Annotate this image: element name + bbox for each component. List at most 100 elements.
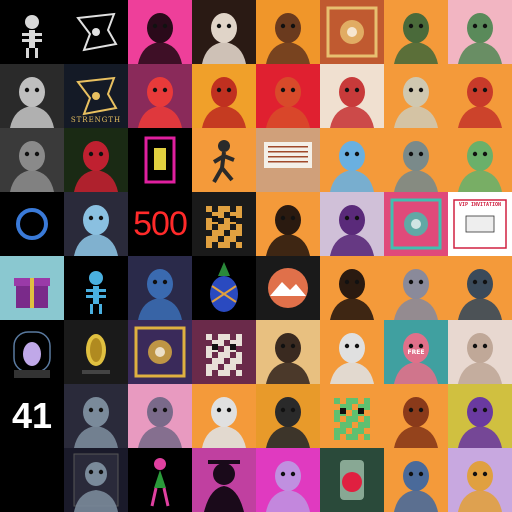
collage-tile (192, 64, 256, 128)
tile-artwork (320, 256, 384, 320)
collage-tile (256, 448, 320, 512)
collage-tile (192, 128, 256, 192)
collage-tile (384, 448, 448, 512)
tile-artwork (192, 384, 256, 448)
collage-tile (0, 0, 64, 64)
collage-tile (256, 384, 320, 448)
collage-tile (256, 0, 320, 64)
tile-artwork (320, 320, 384, 384)
collage-tile (320, 64, 384, 128)
collage-tile (256, 192, 320, 256)
tile-artwork (384, 384, 448, 448)
collage-tile (320, 128, 384, 192)
collage-tile (320, 256, 384, 320)
collage-tile (192, 320, 256, 384)
collage-tile (192, 192, 256, 256)
tile-artwork (0, 128, 64, 192)
tile-artwork (320, 384, 384, 448)
collage-tile: 500 (128, 192, 192, 256)
tile-artwork (0, 448, 64, 512)
tile-artwork (320, 0, 384, 64)
collage-tile (0, 320, 64, 384)
tile-artwork (0, 64, 64, 128)
collage-tile (384, 192, 448, 256)
tile-artwork (64, 64, 128, 128)
collage-tile (64, 256, 128, 320)
tile-artwork (256, 256, 320, 320)
tile-artwork (0, 320, 64, 384)
tile-artwork (128, 0, 192, 64)
tile-artwork (448, 128, 512, 192)
tile-artwork (0, 384, 64, 448)
collage-tile (192, 256, 256, 320)
tile-artwork (384, 0, 448, 64)
tile-artwork (64, 192, 128, 256)
collage-tile (320, 448, 384, 512)
collage-tile (448, 0, 512, 64)
tile-artwork (448, 320, 512, 384)
collage-tile (128, 64, 192, 128)
collage-tile (256, 320, 320, 384)
collage-tile (64, 128, 128, 192)
tile-artwork (128, 256, 192, 320)
tile-artwork (448, 448, 512, 512)
tile-artwork (0, 0, 64, 64)
tile-artwork (384, 320, 448, 384)
collage-tile (0, 192, 64, 256)
collage-tile (384, 64, 448, 128)
tile-artwork (192, 448, 256, 512)
collage-tile (128, 448, 192, 512)
collage-tile (448, 320, 512, 384)
tile-artwork (384, 64, 448, 128)
collage-tile: STRENGTH (64, 64, 128, 128)
tile-artwork (192, 256, 256, 320)
collage-tile (192, 0, 256, 64)
collage-tile (128, 320, 192, 384)
tile-artwork (192, 64, 256, 128)
tile-artwork (384, 256, 448, 320)
collage-tile (64, 192, 128, 256)
tile-artwork (128, 384, 192, 448)
tile-artwork (192, 192, 256, 256)
tile-artwork (448, 0, 512, 64)
collage-tile (64, 320, 128, 384)
collage-tile (384, 256, 448, 320)
collage-tile (256, 64, 320, 128)
collage-tile: 41 (0, 384, 64, 448)
collage-tile (448, 384, 512, 448)
collage-tile (448, 448, 512, 512)
tile-artwork (64, 0, 128, 64)
collage-tile (64, 448, 128, 512)
tile-artwork (128, 320, 192, 384)
tile-artwork (384, 192, 448, 256)
collage-tile (256, 128, 320, 192)
collage-tile (128, 128, 192, 192)
collage-tile (0, 128, 64, 192)
collage-tile (192, 384, 256, 448)
collage-tile (128, 0, 192, 64)
tile-artwork (448, 256, 512, 320)
tile-artwork (256, 320, 320, 384)
collage-tile (384, 384, 448, 448)
tile-artwork (448, 64, 512, 128)
collage-tile (0, 64, 64, 128)
collage-tile (448, 256, 512, 320)
tile-artwork (64, 320, 128, 384)
tile-artwork (64, 448, 128, 512)
tile-artwork (128, 192, 192, 256)
tile-artwork (0, 256, 64, 320)
tile-artwork (192, 0, 256, 64)
collage-tile (320, 0, 384, 64)
tile-artwork (320, 448, 384, 512)
tile-artwork (64, 384, 128, 448)
tile-artwork (256, 64, 320, 128)
collage-tile: VIP INVITATION (448, 192, 512, 256)
collage-tile (128, 256, 192, 320)
collage-tile: FREE (384, 320, 448, 384)
collage-tile (128, 384, 192, 448)
tile-artwork (192, 320, 256, 384)
collage-tile (64, 0, 128, 64)
tile-artwork (192, 128, 256, 192)
nft-collage-grid: STRENGTH 500 VIP INVITATION FREE 41 (0, 0, 512, 512)
tile-artwork (256, 448, 320, 512)
